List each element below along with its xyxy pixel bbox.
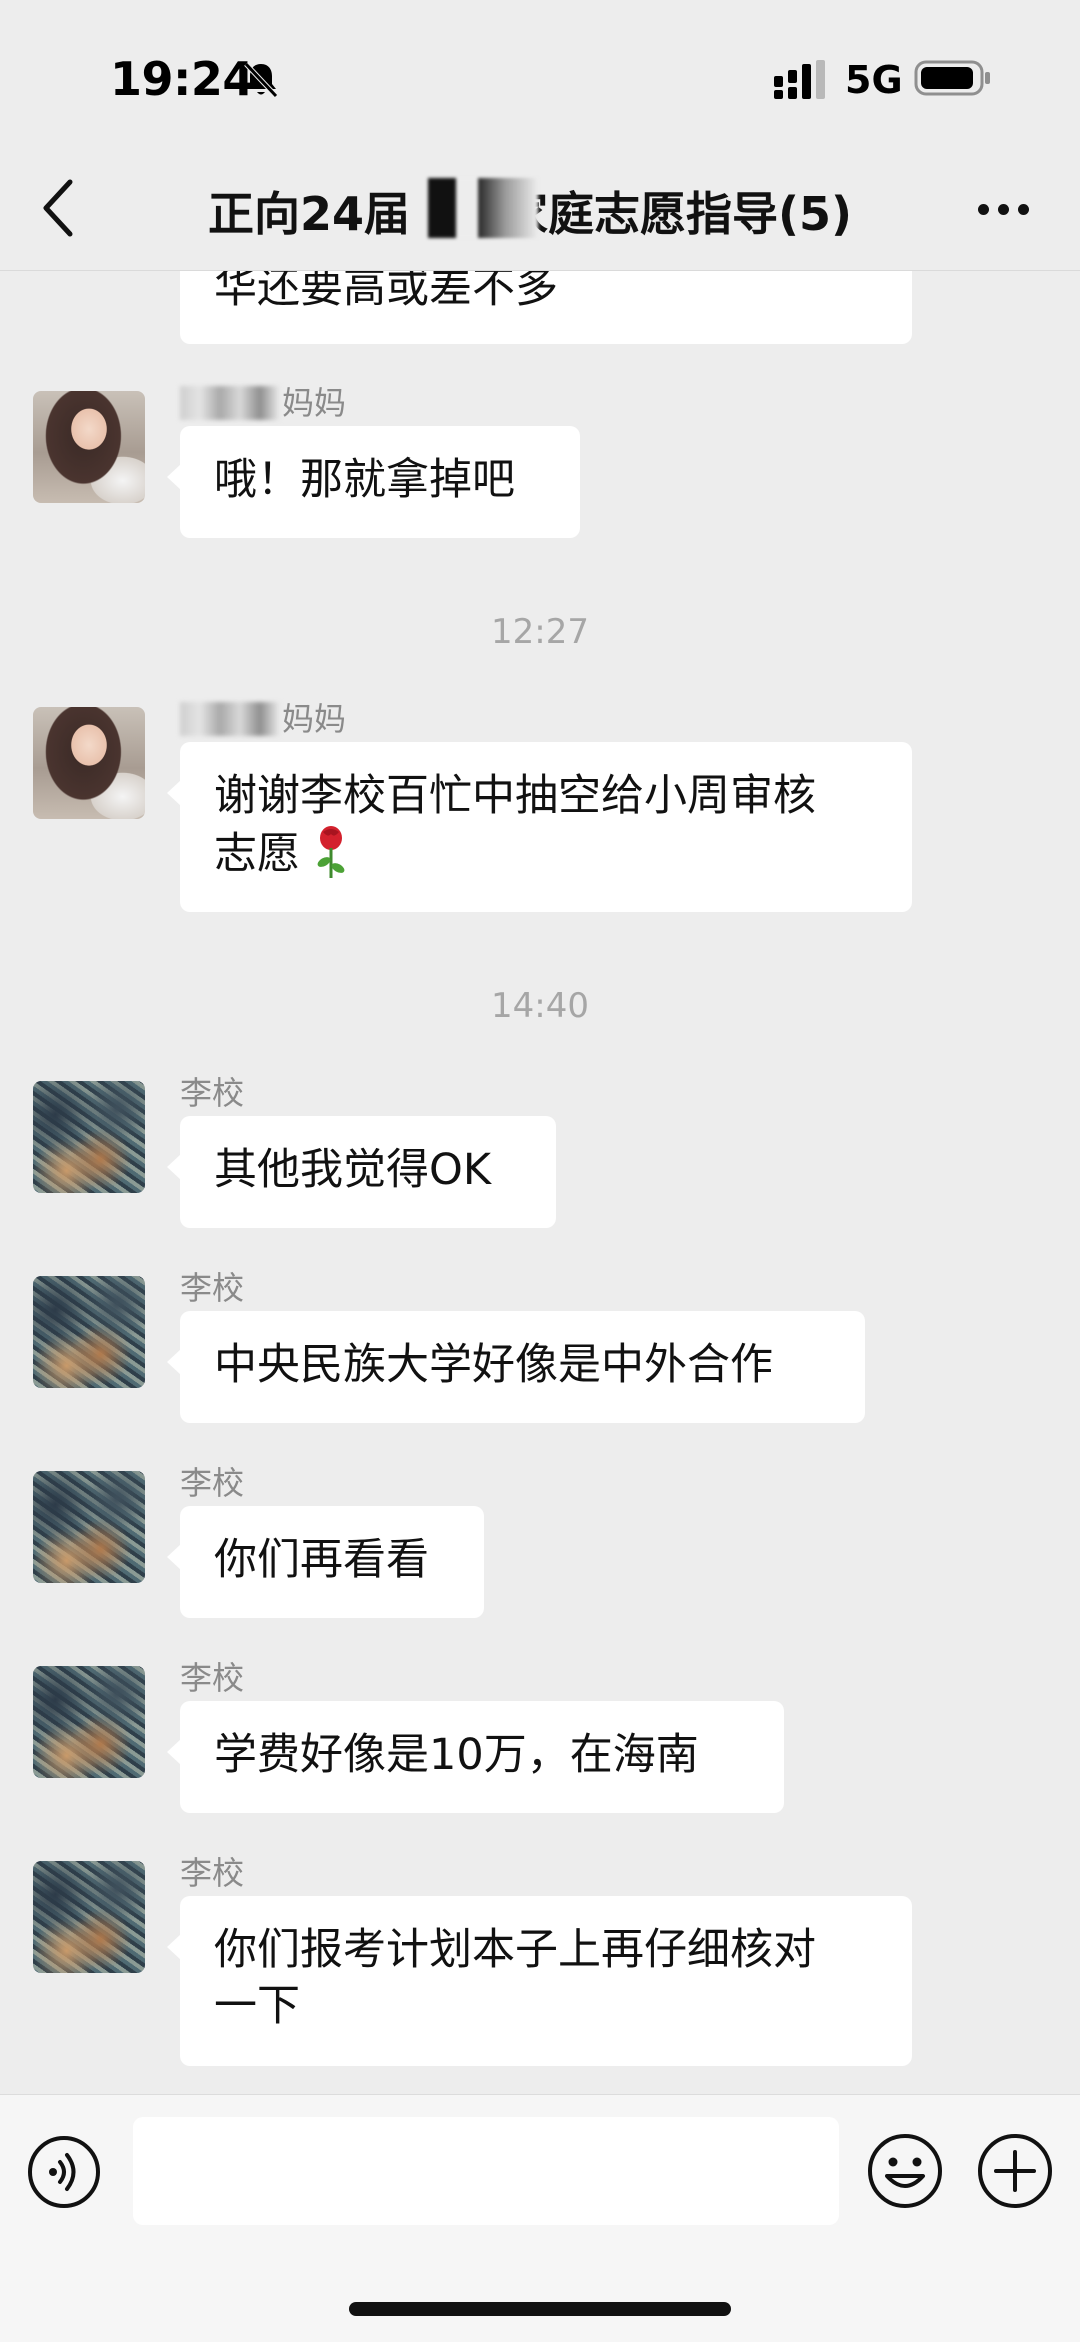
voice-icon[interactable] <box>26 2134 102 2210</box>
sender-name: 妈妈 <box>180 694 346 740</box>
title-redaction <box>428 178 538 238</box>
network-type: 5G <box>845 58 903 102</box>
back-button[interactable] <box>30 168 90 248</box>
message-bubble[interactable]: 你们再看看 <box>167 1506 484 1618</box>
emoji-icon[interactable] <box>866 2132 944 2210</box>
avatar[interactable] <box>33 707 145 819</box>
message-bubble[interactable]: 中央民族大学好像是中外合作 <box>167 1311 865 1423</box>
sender-name: 李校 <box>180 1854 245 1892</box>
more-dots-icon <box>978 204 989 215</box>
avatar[interactable] <box>33 1081 145 1193</box>
timestamp: 12:27 <box>491 612 589 652</box>
top-bar: 19:24 5G 正向24届 家庭志愿指导(5) <box>0 0 1080 271</box>
status-time: 19:24 <box>110 52 254 106</box>
message-bubble[interactable]: 你们报考计划本子上再仔细核对 一下 <box>167 1896 912 2066</box>
sender-name: 李校 <box>180 1074 245 1112</box>
sender-name: 李校 <box>180 1659 245 1697</box>
signal-icon <box>774 60 825 99</box>
sender-name: 李校 <box>180 1464 245 1502</box>
home-indicator <box>349 2302 731 2316</box>
rose-emoji-icon <box>317 826 345 878</box>
sender-name: 妈妈 <box>180 378 346 424</box>
avatar[interactable] <box>33 1471 145 1583</box>
message-bubble[interactable]: 谢谢李校百忙中抽空给小周审核 志愿 <box>167 742 912 912</box>
timestamp: 14:40 <box>491 986 589 1026</box>
battery-icon <box>914 60 990 96</box>
bell-muted-icon <box>244 62 278 98</box>
avatar[interactable] <box>33 391 145 503</box>
more-options-button[interactable] <box>972 180 1036 236</box>
avatar[interactable] <box>33 1861 145 1973</box>
message-bubble[interactable]: 哦！那就拿掉吧 <box>167 426 580 538</box>
name-redaction <box>180 386 280 420</box>
message-list[interactable]: 华还要高或差不多 妈妈 哦！那就拿掉吧 12:27 妈妈 谢谢李校百忙中抽空给小… <box>0 0 1080 2090</box>
name-redaction <box>180 702 280 736</box>
message-bubble[interactable]: 其他我觉得OK <box>167 1116 556 1228</box>
avatar[interactable] <box>33 1666 145 1778</box>
plus-icon[interactable] <box>976 2132 1054 2210</box>
sender-name: 李校 <box>180 1269 245 1307</box>
avatar[interactable] <box>33 1276 145 1388</box>
message-input[interactable] <box>133 2117 839 2225</box>
message-bubble[interactable]: 学费好像是10万，在海南 <box>167 1701 784 1813</box>
